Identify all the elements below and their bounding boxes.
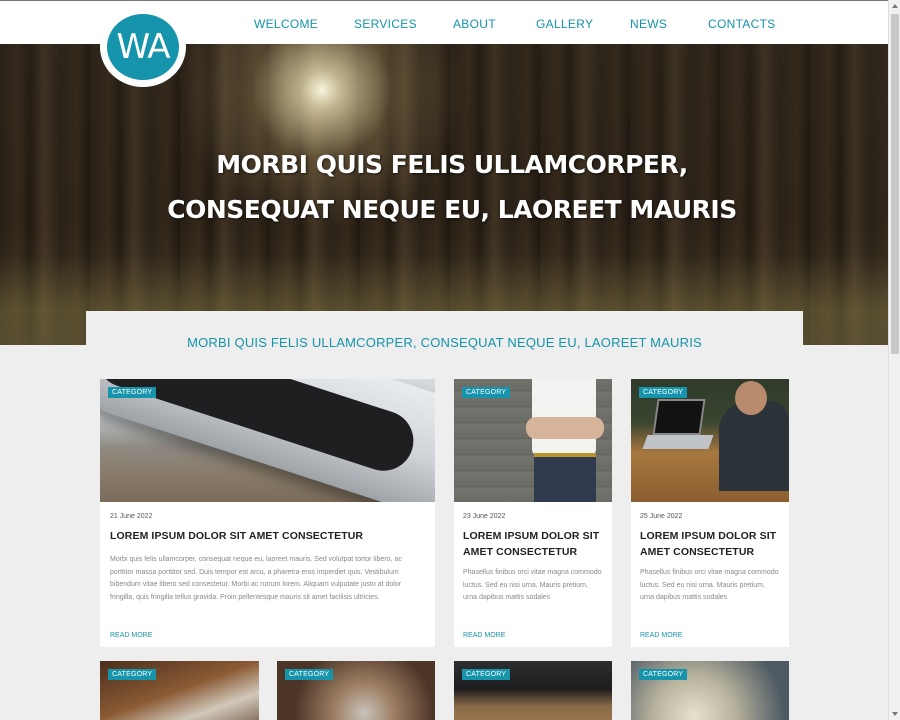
post-image-desk[interactable]: CATEGORY <box>631 661 789 720</box>
site-logo[interactable]: WA <box>100 7 186 87</box>
nav-welcome[interactable]: WELCOME <box>254 17 318 31</box>
post-card: CATEGORY <box>277 661 435 720</box>
post-card: CATEGORY 25 June 2022 LOREM IPSUM DOLOR … <box>631 379 789 647</box>
category-badge[interactable]: CATEGORY <box>462 669 511 680</box>
post-excerpt: Morbi quis felis ullamcorper, consequat … <box>110 556 402 601</box>
read-more-link[interactable]: READ MORE <box>110 632 152 639</box>
post-title[interactable]: LOREM IPSUM DOLOR SIT AMET CONSECTETUR <box>110 528 430 544</box>
hero-heading: MORBI QUIS FELIS ULLAMCORPER, CONSEQUAT … <box>0 142 888 232</box>
post-date: 25 June 2022 <box>640 513 683 520</box>
post-excerpt: Phasellus finibus orci vitae magna commo… <box>640 569 779 601</box>
post-image-watch[interactable]: CATEGORY <box>277 661 435 720</box>
read-more-link[interactable]: READ MORE <box>463 632 505 639</box>
post-card: CATEGORY <box>454 661 612 720</box>
laptop-screen-shape <box>652 399 706 435</box>
category-badge[interactable]: CATEGORY <box>108 669 157 680</box>
category-badge[interactable]: CATEGORY <box>285 669 334 680</box>
post-image-tablet[interactable]: CATEGORY <box>100 661 259 720</box>
post-title[interactable]: LOREM IPSUM DOLOR SIT AMET CONSECTETUR <box>463 528 608 560</box>
tagline-band: MORBI QUIS FELIS ULLAMCORPER, CONSEQUAT … <box>86 311 803 371</box>
post-card: CATEGORY <box>100 661 259 720</box>
read-more-link[interactable]: READ MORE <box>640 632 682 639</box>
post-image-laptop[interactable]: CATEGORY <box>631 379 789 502</box>
post-title[interactable]: LOREM IPSUM DOLOR SIT AMET CONSECTETUR <box>640 528 785 560</box>
post-card: CATEGORY <box>631 661 789 720</box>
post-excerpt: Phasellus finibus orci vitae magna commo… <box>463 569 602 601</box>
post-image-man-wall[interactable]: CATEGORY <box>454 379 612 502</box>
nav-services[interactable]: SERVICES <box>354 17 417 31</box>
scroll-up-arrow-icon[interactable] <box>892 4 898 8</box>
post-date: 21 June 2022 <box>110 513 153 520</box>
category-badge[interactable]: CATEGORY <box>639 387 688 398</box>
person-jeans-shape <box>534 457 596 502</box>
scrollbar-thumb[interactable] <box>891 14 899 354</box>
nav-news[interactable]: NEWS <box>630 17 667 31</box>
nav-about[interactable]: ABOUT <box>453 17 496 31</box>
nav-contacts[interactable]: CONTACTS <box>708 17 776 31</box>
laptop-base-shape <box>642 435 714 449</box>
hero-banner: MORBI QUIS FELIS ULLAMCORPER, CONSEQUAT … <box>0 44 888 345</box>
tagline-text: MORBI QUIS FELIS ULLAMCORPER, CONSEQUAT … <box>187 335 702 350</box>
person-arms-shape <box>526 417 604 439</box>
post-card: CATEGORY 21 June 2022 LOREM IPSUM DOLOR … <box>100 379 435 647</box>
post-card: CATEGORY 23 June 2022 LOREM IPSUM DOLOR … <box>454 379 612 647</box>
post-date: 23 June 2022 <box>463 513 506 520</box>
category-badge[interactable]: CATEGORY <box>108 387 157 398</box>
hero-heading-line-2: CONSEQUAT NEQUE EU, LAOREET MAURIS <box>167 195 737 224</box>
scroll-down-arrow-icon[interactable] <box>892 712 898 716</box>
man-head-shape <box>735 381 767 415</box>
nav-gallery[interactable]: GALLERY <box>536 17 593 31</box>
post-image-phone[interactable]: CATEGORY <box>100 379 435 502</box>
logo-badge: WA <box>107 14 179 80</box>
category-badge[interactable]: CATEGORY <box>462 387 511 398</box>
hero-heading-line-1: MORBI QUIS FELIS ULLAMCORPER, <box>216 150 688 179</box>
category-badge[interactable]: CATEGORY <box>639 669 688 680</box>
page-scrollbar[interactable] <box>888 0 900 720</box>
post-image-computer[interactable]: CATEGORY <box>454 661 612 720</box>
